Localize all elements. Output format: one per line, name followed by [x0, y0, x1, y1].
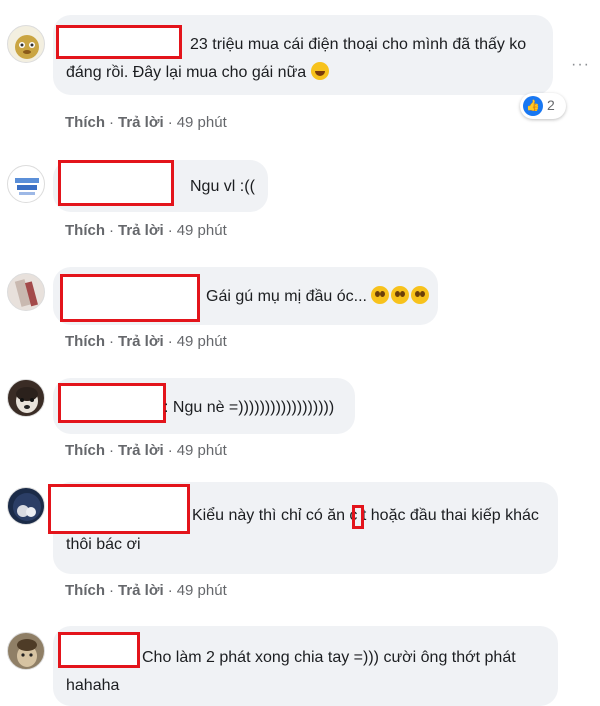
reaction-count: 2 — [547, 97, 555, 113]
like-link[interactable]: Thích — [65, 442, 105, 459]
separator: · — [109, 222, 114, 239]
separator: · — [109, 582, 114, 599]
separator: · — [167, 442, 173, 459]
separator: · — [109, 442, 114, 459]
separator: · — [109, 333, 114, 350]
separator: · — [167, 114, 173, 131]
comment-text: Cho làm 2 phát xong chia tay =))) cười ô… — [142, 649, 516, 666]
redacted-name — [60, 274, 200, 322]
comment-text: : Ngu nè =)))))))))))))))))) — [164, 399, 335, 416]
like-link[interactable]: Thích — [65, 333, 105, 350]
redacted-name — [58, 632, 140, 668]
like-reaction-icon: 👍 — [523, 96, 543, 116]
avatar-photo-icon — [13, 493, 41, 521]
like-link[interactable]: Thích — [65, 582, 105, 599]
censor-mark — [352, 505, 364, 529]
reply-link[interactable]: Trả lời — [118, 582, 164, 599]
avatar[interactable] — [7, 273, 45, 311]
redacted-name — [56, 25, 182, 59]
avatar-cartoon-icon — [15, 35, 39, 59]
comment-text: Gái gú mụ mị đầu óc... — [206, 285, 431, 309]
comment-actions: Thích · Trả lời · 49 phút — [65, 114, 227, 131]
reaction-summary[interactable]: 👍 2 — [520, 93, 566, 119]
avatar-photo-icon — [14, 279, 38, 307]
timestamp[interactable]: 49 phút — [177, 442, 227, 459]
crying-face-icon — [391, 286, 410, 304]
avatar-dog-icon — [16, 387, 38, 413]
separator: · — [109, 114, 114, 131]
avatar[interactable] — [7, 632, 45, 670]
more-options-icon[interactable]: ··· — [571, 56, 590, 74]
crying-face-icon — [371, 286, 390, 304]
reply-link[interactable]: Trả lời — [118, 442, 164, 459]
comment-text: 23 triệu mua cái điện thoại cho mình đã … — [190, 36, 527, 53]
comment-actions: Thích · Trả lời · 49 phút — [65, 582, 227, 599]
timestamp[interactable]: 49 phút — [177, 222, 227, 239]
separator: · — [167, 222, 173, 239]
avatar[interactable] — [7, 487, 45, 525]
separator: · — [167, 582, 173, 599]
comment-actions: Thích · Trả lời · 49 phút — [65, 442, 227, 459]
avatar[interactable] — [7, 165, 45, 203]
timestamp[interactable]: 49 phút — [177, 333, 227, 350]
comment-actions: Thích · Trả lời · 49 phút — [65, 333, 227, 350]
redacted-name — [48, 484, 190, 534]
reply-link[interactable]: Trả lời — [118, 222, 164, 239]
avatar-logo-icon — [15, 178, 39, 195]
like-link[interactable]: Thích — [65, 114, 105, 131]
like-link[interactable]: Thích — [65, 222, 105, 239]
redacted-name — [58, 160, 174, 206]
comment-text: Ngu vl :(( — [190, 178, 255, 195]
avatar[interactable] — [7, 379, 45, 417]
avatar[interactable] — [7, 25, 45, 63]
comment-text: Kiểu này thì chỉ có ăn c t hoặc đầu thai… — [192, 507, 539, 524]
comment-text-line2: thôi bác ơi — [66, 536, 141, 553]
comment-text-line2: hahaha — [66, 677, 120, 694]
comment-actions: Thích · Trả lời · 49 phút — [65, 222, 227, 239]
reply-link[interactable]: Trả lời — [118, 114, 164, 131]
redacted-name — [58, 383, 166, 423]
separator: · — [167, 333, 173, 350]
laugh-icon — [310, 62, 329, 80]
avatar-photo-icon — [17, 639, 37, 667]
timestamp[interactable]: 49 phút — [177, 582, 227, 599]
timestamp[interactable]: 49 phút — [177, 114, 227, 131]
reply-link[interactable]: Trả lời — [118, 333, 164, 350]
comment-text-line2: đáng rồi. Đây lại mua cho gái nữa — [66, 61, 331, 85]
crying-face-icon — [411, 286, 430, 304]
